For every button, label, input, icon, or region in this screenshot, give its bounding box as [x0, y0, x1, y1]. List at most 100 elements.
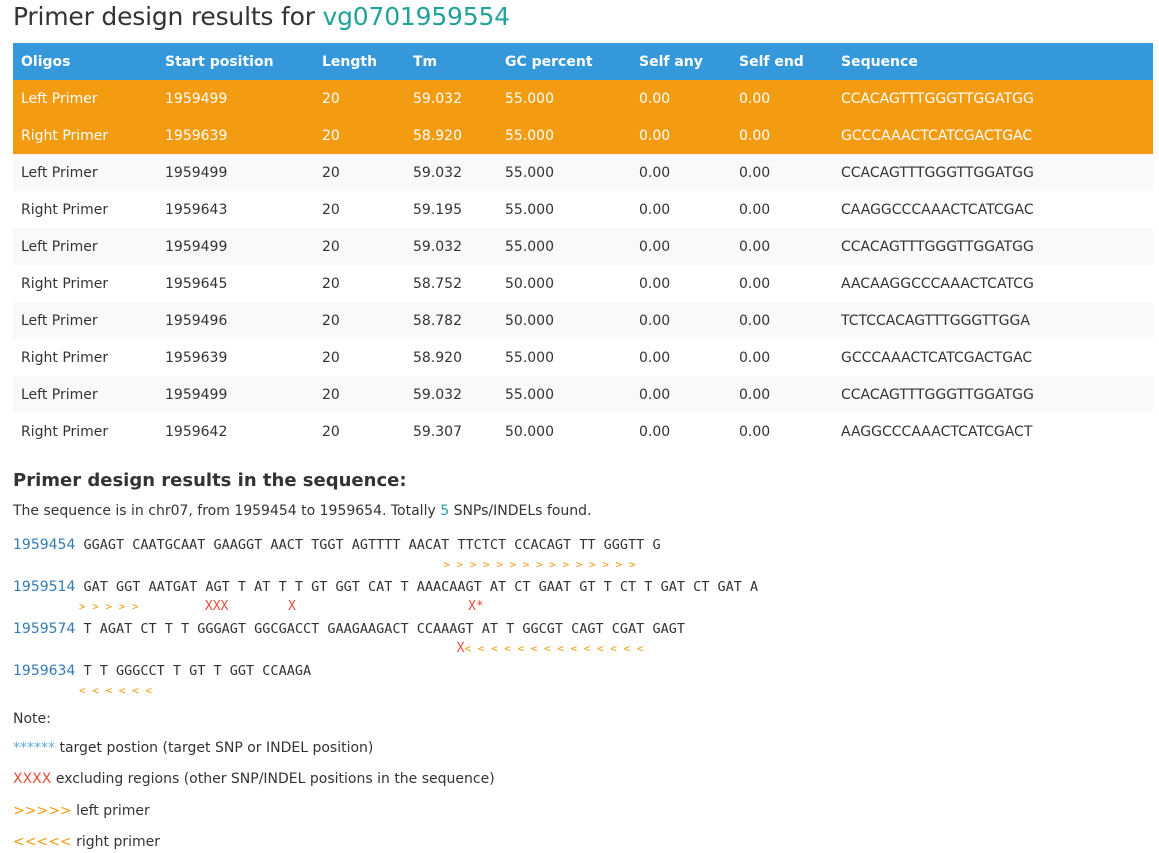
table-cell: 50.000	[497, 413, 631, 450]
sequence-row: 1959514 GAT GGT AATGAT AGT T AT T T GT G…	[13, 577, 758, 598]
primer-marks: < < < < < <	[79, 684, 152, 697]
table-cell: 59.195	[405, 191, 497, 228]
table-row: Right Primer 1959639 20 58.920 55.000 0.00 0.0…	[13, 339, 1153, 376]
table-cell: Left Primer	[13, 154, 157, 191]
table-cell: 1959496	[157, 302, 314, 339]
table-cell: Left Primer	[13, 302, 157, 339]
table-cell: 0.00	[731, 117, 833, 154]
table-row: Left Primer 1959496 20 58.782 50.000 0.00 0.00…	[13, 302, 1153, 339]
table-cell: 1959639	[157, 117, 314, 154]
table-cell: 55.000	[497, 154, 631, 191]
table-cell: 20	[314, 154, 405, 191]
table-cell: Right Primer	[13, 191, 157, 228]
table-cell: 1959499	[157, 228, 314, 265]
table-body: Left Primer 1959499 20 59.032 55.000 0.00 0.00…	[13, 80, 1153, 450]
sequence-position: 1959514	[13, 579, 76, 595]
table-cell: Right Primer	[13, 339, 157, 376]
table-cell: TCTCCACAGTTTGGGTTGGA	[833, 302, 1153, 339]
column-header: Sequence	[833, 43, 1153, 80]
table-cell: 0.00	[731, 154, 833, 191]
table-cell: CCACAGTTTGGGTTGGATGG	[833, 80, 1153, 117]
table-cell: 0.00	[731, 265, 833, 302]
summary-suffix: SNPs/INDELs found.	[449, 503, 592, 519]
table-cell: CCACAGTTTGGGTTGGATGG	[833, 228, 1153, 265]
table-cell: 50.000	[497, 265, 631, 302]
primer-marks: > > > > > XXX X X*	[79, 599, 484, 614]
sequence-position: 1959454	[13, 537, 76, 553]
table-cell: Left Primer	[13, 228, 157, 265]
table-cell: 0.00	[631, 117, 731, 154]
sequence-row: 1959574 T AGAT CT T T GGGAGT GGCGACCT GA…	[13, 619, 685, 640]
table-cell: Right Primer	[13, 413, 157, 450]
table-cell: 0.00	[631, 228, 731, 265]
table-cell: 1959643	[157, 191, 314, 228]
sequence-summary: The sequence is in chr07, from 1959454 t…	[13, 503, 592, 519]
right-primer-text: right primer	[71, 834, 160, 850]
page-title: Primer design results for vg0701959554	[13, 2, 510, 31]
table-row: Right Primer 1959639 20 58.920 55.000 0.00 0.0…	[13, 117, 1153, 154]
column-header: Oligos	[13, 43, 157, 80]
summary-prefix: The sequence is in chr07, from 1959454 t…	[13, 503, 441, 519]
column-header: Start position	[157, 43, 314, 80]
table-cell: CCACAGTTTGGGTTGGATGG	[833, 154, 1153, 191]
sequence-position: 1959634	[13, 663, 76, 679]
table-header-row: Oligos Start position Length Tm GC percent Se…	[13, 43, 1153, 80]
table-row: Right Primer 1959642 20 59.307 50.000 0.00 0.0…	[13, 413, 1153, 450]
table-cell: 0.00	[631, 191, 731, 228]
exclude-text: excluding regions (other SNP/INDEL posit…	[51, 771, 495, 787]
table-cell: 55.000	[497, 191, 631, 228]
table-cell: 55.000	[497, 228, 631, 265]
table-cell: 0.00	[631, 265, 731, 302]
column-header: Self any	[631, 43, 731, 80]
table-cell: 20	[314, 265, 405, 302]
table-cell: 59.032	[405, 228, 497, 265]
note-heading: Note:	[13, 711, 51, 727]
table-cell: 59.032	[405, 80, 497, 117]
table-cell: AACAAGGCCCAAACTCATCG	[833, 265, 1153, 302]
table-cell: 50.000	[497, 302, 631, 339]
sequence-bases: T T GGGCCT T GT T GGT CCAAGA	[83, 663, 312, 679]
sequence-position: 1959574	[13, 621, 76, 637]
table-row: Left Primer 1959499 20 59.032 55.000 0.00 0.00…	[13, 80, 1153, 117]
table-cell: 55.000	[497, 339, 631, 376]
table-cell: 0.00	[631, 413, 731, 450]
table-row: Left Primer 1959499 20 59.032 55.000 0.00 0.00…	[13, 376, 1153, 413]
table-cell: 20	[314, 228, 405, 265]
table-cell: 20	[314, 339, 405, 376]
table-cell: 20	[314, 117, 405, 154]
table-cell: 0.00	[731, 413, 833, 450]
gene-id-link[interactable]: vg0701959554	[323, 2, 511, 31]
left-primer-text: left primer	[71, 803, 150, 819]
table-cell: 58.752	[405, 265, 497, 302]
column-header: Length	[314, 43, 405, 80]
table-cell: 0.00	[731, 339, 833, 376]
table-cell: 0.00	[731, 376, 833, 413]
table-cell: 0.00	[631, 302, 731, 339]
table-cell: 0.00	[631, 154, 731, 191]
table-cell: Right Primer	[13, 265, 157, 302]
sequence-line: 1959514 GAT GGT AATGAT AGT T AT T T GT G…	[13, 577, 758, 618]
sequence-bases: GAT GGT AATGAT AGT T AT T T GT GGT CAT T…	[83, 579, 759, 595]
table-cell: 0.00	[731, 302, 833, 339]
table-cell: 1959642	[157, 413, 314, 450]
sequence-line: 1959634 T T GGGCCT T GT T GGT CCAAGA < < …	[13, 661, 311, 702]
table-row: Right Primer 1959643 20 59.195 55.000 0.00 0.0…	[13, 191, 1153, 228]
left-primer-symbol: >>>>>	[13, 803, 72, 819]
table-cell: 58.920	[405, 117, 497, 154]
table-cell: 0.00	[731, 80, 833, 117]
table-cell: 1959499	[157, 80, 314, 117]
table-cell: 20	[314, 376, 405, 413]
table-cell: AAGGCCCAAACTCATCGACT	[833, 413, 1153, 450]
table-cell: 1959645	[157, 265, 314, 302]
primer-results-table: Oligos Start position Length Tm GC percent Se…	[13, 43, 1153, 450]
table-cell: 55.000	[497, 376, 631, 413]
sequence-section-heading: Primer design results in the sequence:	[13, 470, 407, 491]
table-cell: 20	[314, 413, 405, 450]
table-cell: GCCCAAACTCATCGACTGAC	[833, 339, 1153, 376]
table-cell: 59.032	[405, 376, 497, 413]
note-left-primer: >>>>> left primer	[13, 803, 150, 819]
table-cell: 0.00	[631, 80, 731, 117]
table-cell: 20	[314, 302, 405, 339]
table-row: Left Primer 1959499 20 59.032 55.000 0.00 0.00…	[13, 228, 1153, 265]
table-cell: GCCCAAACTCATCGACTGAC	[833, 117, 1153, 154]
